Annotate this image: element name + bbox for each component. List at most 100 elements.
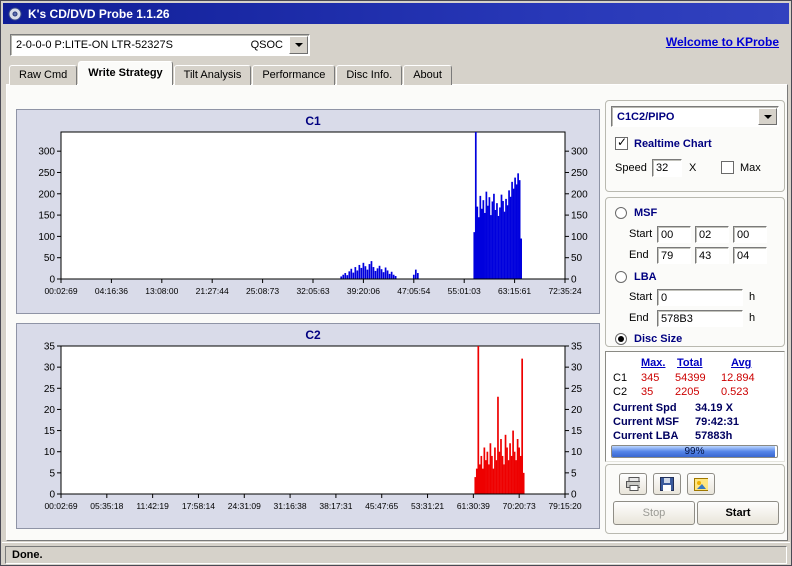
svg-text:35: 35: [571, 342, 583, 353]
svg-text:50: 50: [44, 253, 56, 264]
svg-text:00:02:69: 00:02:69: [44, 286, 77, 296]
app-window: K's CD/DVD Probe 1.1.26 2-0-0-0 P:LITE-O…: [0, 0, 792, 566]
svg-text:200: 200: [571, 189, 588, 200]
svg-text:250: 250: [38, 168, 55, 179]
stats-header-max: Max.: [641, 357, 666, 369]
svg-text:32:05:63: 32:05:63: [296, 286, 329, 296]
svg-text:35: 35: [44, 342, 56, 353]
drive-select[interactable]: 2-0-0-0 P:LITE-ON LTR-52327S QSOC: [10, 34, 310, 56]
msf-end-min-input[interactable]: [657, 247, 691, 264]
stats-header-avg: Avg: [731, 357, 752, 369]
drive-select-value: 2-0-0-0 P:LITE-ON LTR-52327S: [16, 39, 173, 51]
progress-bar: 99%: [611, 445, 778, 458]
drive-select-tag: QSOC: [250, 39, 283, 51]
svg-text:20: 20: [571, 405, 583, 416]
welcome-link[interactable]: Welcome to KProbe: [666, 35, 779, 49]
disc-size-radio[interactable]: [615, 333, 627, 345]
svg-text:05:35:18: 05:35:18: [90, 501, 123, 511]
tab-about[interactable]: About: [403, 65, 452, 85]
lba-end-input[interactable]: [657, 310, 743, 327]
c1-max-value: 345: [641, 372, 660, 384]
svg-text:17:58:14: 17:58:14: [182, 501, 215, 511]
start-button[interactable]: Start: [697, 501, 779, 525]
current-spd-label: Current Spd: [613, 402, 677, 414]
max-speed-checkbox[interactable]: [721, 161, 734, 174]
tab-page-write-strategy: C1 0 0 50 50 100 100 150 150 200 200 250 250 300 300 00…: [6, 84, 788, 541]
msf-end-label: End: [629, 249, 649, 261]
status-text: Done.: [5, 546, 787, 564]
window-title: K's CD/DVD Probe 1.1.26: [28, 6, 170, 21]
mode-select-dropdown-button[interactable]: [758, 108, 777, 125]
svg-text:70:20:73: 70:20:73: [503, 501, 536, 511]
tab-raw-cmd[interactable]: Raw Cmd: [9, 65, 78, 85]
svg-text:25:08:73: 25:08:73: [246, 286, 279, 296]
speed-unit-label: X: [689, 162, 697, 174]
svg-text:5: 5: [571, 468, 577, 479]
svg-text:15: 15: [44, 426, 56, 437]
current-spd-value: 34.19 X: [695, 402, 733, 414]
print-icon: [626, 477, 640, 491]
svg-text:C2: C2: [305, 328, 321, 342]
svg-text:11:42:19: 11:42:19: [136, 501, 169, 511]
save-button[interactable]: [653, 473, 681, 495]
svg-text:00:02:69: 00:02:69: [44, 501, 77, 511]
svg-text:0: 0: [49, 275, 55, 286]
c2-row-label: C2: [613, 386, 628, 398]
drive-select-dropdown-button[interactable]: [289, 36, 308, 54]
svg-text:300: 300: [38, 147, 55, 158]
c1-avg-value: 12.894: [721, 372, 755, 384]
msf-end-sec-input[interactable]: [695, 247, 729, 264]
tab-disc-info[interactable]: Disc Info.: [336, 65, 403, 85]
svg-text:10: 10: [571, 447, 583, 458]
msf-radio[interactable]: [615, 207, 627, 219]
export-image-button[interactable]: [687, 473, 715, 495]
svg-text:250: 250: [571, 168, 588, 179]
msf-label: MSF: [634, 207, 658, 219]
c1-total-value: 54399: [675, 372, 706, 384]
speed-label: Speed: [615, 162, 647, 174]
c2-max-value: 35: [641, 386, 654, 398]
tab-strip: Raw Cmd Write Strategy Tilt Analysis Perfor…: [9, 61, 453, 85]
msf-start-sec-input[interactable]: [695, 226, 729, 243]
tab-performance[interactable]: Performance: [252, 65, 336, 85]
svg-text:150: 150: [571, 211, 588, 222]
stop-button[interactable]: Stop: [613, 501, 695, 525]
svg-text:30: 30: [571, 363, 583, 374]
svg-text:55:01:03: 55:01:03: [448, 286, 481, 296]
lba-label: LBA: [634, 271, 657, 283]
msf-start-frame-input[interactable]: [733, 226, 767, 243]
svg-text:10: 10: [44, 447, 56, 458]
svg-text:39:20:06: 39:20:06: [347, 286, 380, 296]
svg-text:0: 0: [571, 275, 577, 286]
app-icon: [8, 7, 22, 20]
svg-text:31:16:38: 31:16:38: [274, 501, 307, 511]
lba-end-unit: h: [749, 312, 756, 324]
svg-text:25: 25: [44, 384, 56, 395]
realtime-chart-label: Realtime Chart: [634, 138, 712, 150]
svg-text:04:16:36: 04:16:36: [95, 286, 128, 296]
tab-write-strategy[interactable]: Write Strategy: [78, 61, 173, 85]
print-button[interactable]: [619, 473, 647, 495]
lba-start-label: Start: [629, 291, 653, 303]
svg-text:21:27:44: 21:27:44: [196, 286, 229, 296]
mode-select[interactable]: C1C2/PIPO: [611, 106, 779, 127]
tab-tilt-analysis[interactable]: Tilt Analysis: [173, 65, 252, 85]
lba-start-unit: h: [749, 291, 756, 303]
svg-text:15: 15: [571, 426, 583, 437]
svg-text:63:15:61: 63:15:61: [498, 286, 531, 296]
svg-text:100: 100: [38, 232, 55, 243]
chevron-down-icon: [294, 43, 303, 47]
msf-end-frame-input[interactable]: [733, 247, 767, 264]
msf-start-label: Start: [629, 228, 653, 240]
lba-radio[interactable]: [615, 271, 627, 283]
c1-row-label: C1: [613, 372, 628, 384]
chevron-down-icon: [763, 114, 772, 119]
status-bar: Done.: [2, 542, 790, 565]
msf-start-min-input[interactable]: [657, 226, 691, 243]
realtime-chart-checkbox[interactable]: [615, 135, 628, 150]
speed-input[interactable]: [652, 159, 682, 177]
svg-text:C1: C1: [305, 114, 321, 128]
lba-start-input[interactable]: [657, 289, 743, 306]
svg-text:5: 5: [49, 468, 55, 479]
current-lba-value: 57883h: [695, 430, 733, 442]
